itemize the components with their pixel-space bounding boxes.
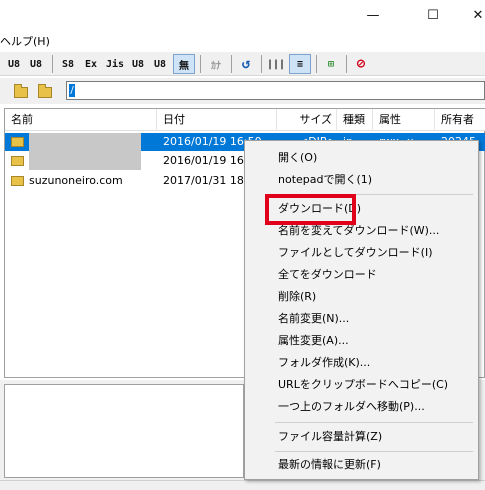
file-date: 2016/01/19 16:5 bbox=[163, 154, 255, 167]
minimize-button[interactable]: — bbox=[350, 0, 396, 30]
stop-icon[interactable]: ⊘ bbox=[351, 54, 371, 74]
column-type[interactable]: 種類 bbox=[337, 109, 373, 131]
menu-separator bbox=[275, 451, 473, 452]
utf8-button[interactable]: U8 bbox=[4, 54, 24, 74]
folder-icon bbox=[11, 176, 24, 186]
menu-copy-url[interactable]: URLをクリップボードへコピー(C) bbox=[245, 374, 478, 396]
menu-help[interactable]: ヘルプ(H) bbox=[0, 33, 50, 49]
title-bar: — ☐ ✕ bbox=[0, 0, 485, 30]
column-name[interactable]: 名前 bbox=[5, 109, 157, 131]
toolbar-separator bbox=[261, 55, 262, 73]
no-conversion-button[interactable]: 無 bbox=[173, 54, 195, 74]
column-size[interactable]: サイズ bbox=[277, 109, 337, 131]
column-attr[interactable]: 属性 bbox=[373, 109, 435, 131]
toolbar-encoding: U8 U8 S8 Ex Jis U8 U8 無 ｶﾅ ↺ ||| ≡ ⊞ ⊘ bbox=[0, 52, 485, 76]
parent-folder-icon[interactable] bbox=[14, 84, 28, 98]
file-name: suzunoneiro.com bbox=[29, 174, 123, 187]
menu-create-folder[interactable]: フォルダ作成(K)... bbox=[245, 352, 478, 374]
menu-download-as-file[interactable]: ファイルとしてダウンロード(I) bbox=[245, 242, 478, 264]
open-folder-icon[interactable] bbox=[38, 84, 52, 98]
highlight-box bbox=[265, 194, 356, 225]
toolbar-separator bbox=[200, 55, 201, 73]
column-owner[interactable]: 所有者 bbox=[435, 109, 485, 131]
utf8-nobom-button[interactable]: U8 bbox=[150, 54, 170, 74]
refresh-icon[interactable]: ↺ bbox=[236, 54, 256, 74]
file-date: 2017/01/31 18:3 bbox=[163, 174, 255, 187]
utf8n-button[interactable]: U8 bbox=[26, 54, 46, 74]
list-header: 名前 日付 サイズ 種類 属性 所有者 bbox=[5, 109, 485, 131]
jis-button[interactable]: Jis bbox=[104, 54, 126, 74]
utf8-bom-button[interactable]: U8 bbox=[128, 54, 148, 74]
file-name-redacted bbox=[29, 147, 141, 170]
column-date[interactable]: 日付 bbox=[157, 109, 277, 131]
menu-delete[interactable]: 削除(R) bbox=[245, 286, 478, 308]
path-text: / bbox=[69, 84, 75, 97]
log-panel bbox=[4, 384, 244, 478]
menu-refresh[interactable]: 最新の情報に更新(F) bbox=[245, 454, 478, 476]
menu-rename[interactable]: 名前変更(N)... bbox=[245, 308, 478, 330]
menu-calc-size[interactable]: ファイル容量計算(Z) bbox=[245, 426, 478, 448]
list-view-icon[interactable]: ||| bbox=[266, 54, 286, 74]
menu-parent-folder[interactable]: 一つ上のフォルダへ移動(P)... bbox=[245, 396, 478, 418]
menu-download-all[interactable]: 全てをダウンロード bbox=[245, 264, 478, 286]
status-bar bbox=[0, 480, 485, 490]
detail-view-icon[interactable]: ≡ bbox=[289, 54, 311, 74]
folder-icon bbox=[11, 156, 24, 166]
sync-browse-icon[interactable]: ⊞ bbox=[321, 54, 341, 74]
menu-separator bbox=[275, 422, 473, 423]
context-menu: 開く(O) notepadで開く(1) ダウンロード(D) 名前を変えてダウンロ… bbox=[244, 140, 479, 480]
euc-button[interactable]: Ex bbox=[81, 54, 101, 74]
toolbar-separator bbox=[231, 55, 232, 73]
toolbar-separator bbox=[346, 55, 347, 73]
menu-bar: ヘルプ(H) bbox=[0, 30, 485, 51]
close-button[interactable]: ✕ bbox=[455, 0, 485, 30]
menu-change-attr[interactable]: 属性変更(A)... bbox=[245, 330, 478, 352]
kana-button[interactable]: ｶﾅ bbox=[205, 54, 227, 74]
toolbar-separator bbox=[316, 55, 317, 73]
folder-icon bbox=[11, 137, 24, 147]
toolbar-separator bbox=[52, 55, 53, 73]
sjis-button[interactable]: S8 bbox=[58, 54, 78, 74]
menu-open-notepad[interactable]: notepadで開く(1) bbox=[245, 169, 478, 191]
menu-open[interactable]: 開く(O) bbox=[245, 147, 478, 169]
maximize-button[interactable]: ☐ bbox=[410, 0, 456, 30]
path-input[interactable]: / bbox=[66, 81, 485, 100]
